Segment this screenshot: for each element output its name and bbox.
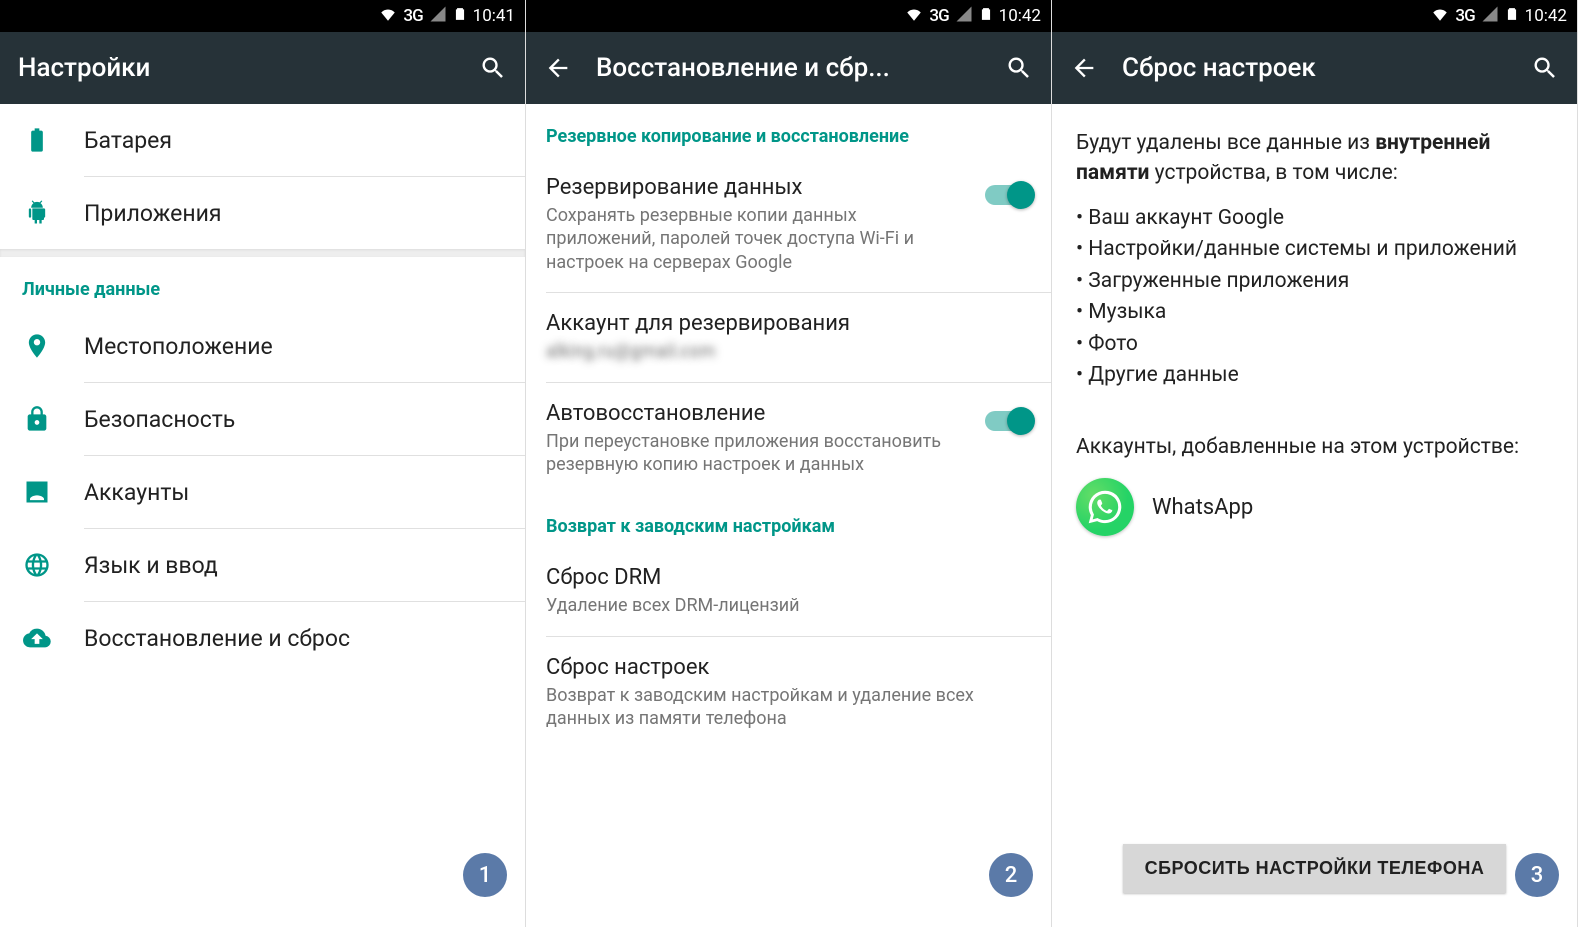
- section-personal: Личные данные: [0, 257, 525, 310]
- toggle-auto-restore[interactable]: [985, 411, 1031, 431]
- wifi-icon: [379, 5, 397, 28]
- screen-backup-reset: 3G 10:42 Восстановление и сбр... Резервн…: [526, 0, 1052, 927]
- item-language[interactable]: Язык и ввод: [0, 529, 525, 601]
- reset-phone-button[interactable]: СБРОСИТЬ НАСТРОЙКИ ТЕЛЕФОНА: [1123, 844, 1507, 893]
- list-item: Другие данные: [1076, 360, 1553, 392]
- location-icon: [20, 332, 54, 360]
- item-label: Местоположение: [84, 333, 273, 360]
- item-backup-reset[interactable]: Восстановление и сброс: [0, 602, 525, 674]
- toggle-backup-data[interactable]: [985, 185, 1031, 205]
- bullet-list: Ваш аккаунт Google Настройки/данные сист…: [1052, 189, 1577, 392]
- item-battery[interactable]: Батарея: [0, 104, 525, 176]
- lock-icon: [20, 405, 54, 433]
- wifi-icon: [1431, 5, 1449, 28]
- pref-backup-account[interactable]: Аккаунт для резервирования alking.ru@gma…: [526, 293, 1051, 381]
- battery-icon: [1505, 4, 1519, 29]
- pref-subtitle: При переустановке приложения восстановит…: [546, 430, 969, 477]
- section-divider: [0, 249, 525, 257]
- pref-subtitle: Удаление всех DRM-лицензий: [546, 594, 1031, 617]
- item-location[interactable]: Местоположение: [0, 310, 525, 382]
- search-icon[interactable]: [479, 54, 507, 82]
- search-icon[interactable]: [1531, 54, 1559, 82]
- pref-title: Автовосстановление: [546, 401, 969, 426]
- intro-post: устройства, в том числе:: [1149, 161, 1397, 185]
- list-item: Фото: [1076, 329, 1553, 361]
- pref-title: Сброс DRM: [546, 565, 1031, 590]
- pref-subtitle: Возврат к заводским настройкам и удалени…: [546, 684, 1031, 731]
- app-bar: Сброс настроек: [1052, 32, 1577, 104]
- status-bar: 3G 10:42: [1052, 0, 1577, 32]
- pref-backup-data[interactable]: Резервирование данных Сохранять резервны…: [526, 157, 1051, 292]
- status-bar: 3G 10:42: [526, 0, 1051, 32]
- step-badge: 1: [463, 853, 507, 897]
- item-accounts[interactable]: Аккаунты: [0, 456, 525, 528]
- accounts-label: Аккаунты, добавленные на этом устройстве…: [1052, 392, 1577, 472]
- item-label: Безопасность: [84, 406, 235, 433]
- content-area: Резервное копирование и восстановление Р…: [526, 104, 1051, 927]
- clock: 10:41: [473, 6, 515, 26]
- globe-icon: [20, 551, 54, 579]
- pref-drm-reset[interactable]: Сброс DRM Удаление всех DRM-лицензий: [526, 547, 1051, 635]
- page-title: Настройки: [18, 53, 455, 83]
- wifi-icon: [905, 5, 923, 28]
- page-title: Восстановление и сбр...: [596, 53, 981, 83]
- item-apps[interactable]: Приложения: [0, 177, 525, 249]
- signal-icon: [429, 5, 447, 28]
- item-label: Аккаунты: [84, 479, 189, 506]
- reset-warning: Будут удалены все данные из внутренней п…: [1052, 104, 1577, 189]
- item-security[interactable]: Безопасность: [0, 383, 525, 455]
- intro-pre: Будут удалены все данные из: [1076, 131, 1375, 155]
- android-icon: [20, 199, 54, 227]
- network-type: 3G: [403, 6, 422, 26]
- pref-subtitle: Сохранять резервные копии данных приложе…: [546, 204, 969, 274]
- page-title: Сброс настроек: [1122, 53, 1507, 83]
- reset-button-wrap: СБРОСИТЬ НАСТРОЙКИ ТЕЛЕФОНА: [1052, 844, 1577, 893]
- signal-icon: [1481, 5, 1499, 28]
- step-badge: 2: [989, 853, 1033, 897]
- status-bar: 3G 10:41: [0, 0, 525, 32]
- app-bar: Восстановление и сбр...: [526, 32, 1051, 104]
- item-label: Восстановление и сброс: [84, 625, 350, 652]
- signal-icon: [955, 5, 973, 28]
- item-label: Батарея: [84, 127, 172, 154]
- pref-auto-restore[interactable]: Автовосстановление При переустановке при…: [526, 383, 1051, 495]
- item-label: Приложения: [84, 200, 222, 227]
- list-item: Настройки/данные системы и приложений: [1076, 234, 1553, 266]
- list-item: Ваш аккаунт Google: [1076, 203, 1553, 235]
- account-row: WhatsApp: [1052, 472, 1577, 542]
- back-icon[interactable]: [544, 54, 572, 82]
- account-name: WhatsApp: [1152, 495, 1253, 520]
- pref-title: Резервирование данных: [546, 175, 969, 200]
- pref-subtitle: alking.ru@gmail.com: [546, 340, 1031, 363]
- backup-icon: [20, 624, 54, 652]
- search-icon[interactable]: [1005, 54, 1033, 82]
- app-bar: Настройки: [0, 32, 525, 104]
- network-type: 3G: [929, 6, 948, 26]
- account-icon: [20, 478, 54, 506]
- pref-title: Сброс настроек: [546, 655, 1031, 680]
- item-label: Язык и ввод: [84, 552, 218, 579]
- list-item: Загруженные приложения: [1076, 266, 1553, 298]
- pref-factory-reset[interactable]: Сброс настроек Возврат к заводским настр…: [526, 637, 1051, 749]
- section-backup: Резервное копирование и восстановление: [526, 104, 1051, 157]
- screen-factory-reset: 3G 10:42 Сброс настроек Будут удалены вс…: [1052, 0, 1578, 927]
- clock: 10:42: [999, 6, 1041, 26]
- content-area: Будут удалены все данные из внутренней п…: [1052, 104, 1577, 927]
- pref-title: Аккаунт для резервирования: [546, 311, 1031, 336]
- content-area: Батарея Приложения Личные данные Местопо…: [0, 104, 525, 927]
- clock: 10:42: [1525, 6, 1567, 26]
- list-item: Музыка: [1076, 297, 1553, 329]
- step-badge: 3: [1515, 853, 1559, 897]
- battery-icon: [979, 4, 993, 29]
- battery-icon: [453, 4, 467, 29]
- network-type: 3G: [1455, 6, 1474, 26]
- section-factory: Возврат к заводским настройкам: [526, 494, 1051, 547]
- battery-icon: [20, 126, 54, 154]
- screen-settings: 3G 10:41 Настройки Батарея Приложения Ли…: [0, 0, 526, 927]
- back-icon[interactable]: [1070, 54, 1098, 82]
- whatsapp-icon: [1076, 478, 1134, 536]
